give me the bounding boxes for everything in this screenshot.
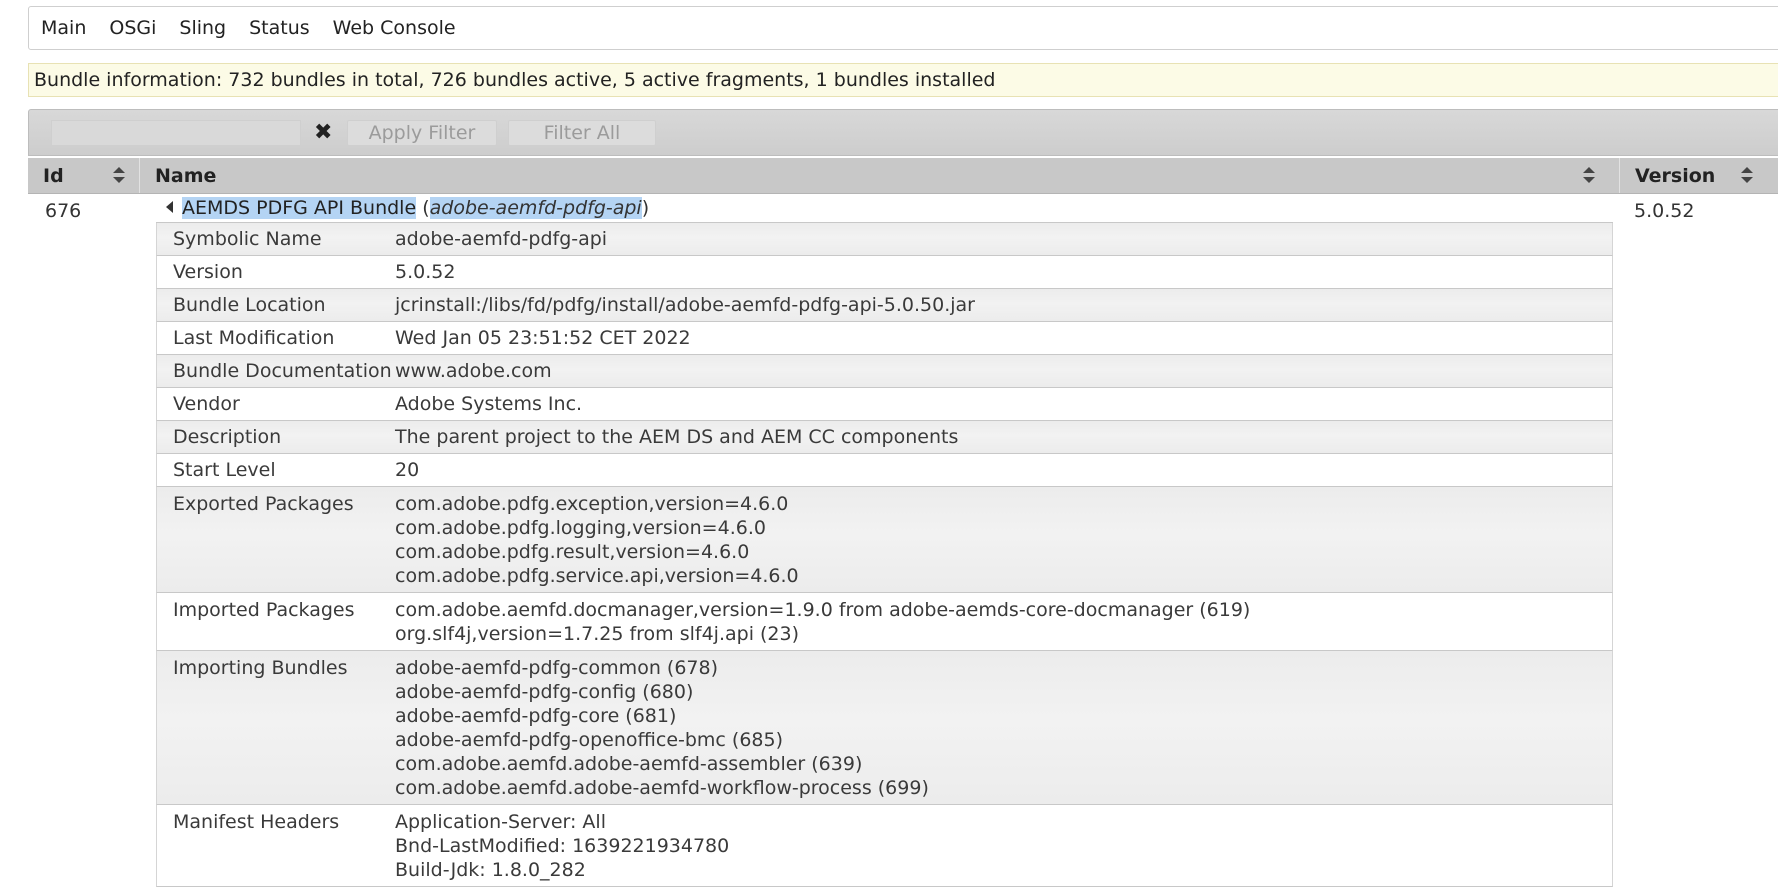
column-header-id[interactable]: Id [28,158,140,193]
detail-value: Wed Jan 05 23:51:52 CET 2022 [395,322,691,354]
detail-value: com.adobe.pdfg.exception,version=4.6.0 co… [395,492,799,588]
sort-icon[interactable] [112,165,126,185]
detail-value: The parent project to the AEM DS and AEM… [395,421,958,453]
menu-item-osgi[interactable]: OSGi [109,17,156,39]
detail-row: Last Modification Wed Jan 05 23:51:52 CET… [156,322,1613,355]
bundle-info-status: Bundle information: 732 bundles in total… [28,63,1778,97]
detail-value-line: 20 [395,459,420,481]
detail-row: Manifest Headers Application-Server: All B… [156,805,1613,887]
detail-value-line: Build-Jdk: 1.8.0_282 [395,859,586,881]
detail-key: Vendor [173,393,240,415]
detail-key: Importing Bundles [173,657,348,679]
detail-value: 20 [395,454,419,486]
sort-icon[interactable] [1582,165,1596,185]
detail-value-line: The parent project to the AEM DS and AEM… [395,426,959,448]
detail-value-line: adobe-aemfd-pdfg-core (681) [395,705,677,727]
detail-row: Exported Packages com.adobe.pdfg.exceptio… [156,487,1613,593]
bundle-name-row[interactable]: AEMDS PDFG API Bundle (adobe-aemfd-pdfg-… [166,197,649,219]
detail-value-line: org.slf4j,version=1.7.25 from slf4j.api … [395,623,800,645]
detail-value: jcrinstall:/libs/fd/pdfg/install/adobe-a… [395,289,975,321]
detail-row: Start Level 20 [156,454,1613,487]
detail-key: Symbolic Name [173,228,322,250]
bundle-name[interactable]: AEMDS PDFG API Bundle [182,197,417,219]
detail-value-line: com.adobe.aemfd.docmanager,version=1.9.0… [395,599,1251,621]
detail-value-line: com.adobe.pdfg.service.api,version=4.6.0 [395,565,799,587]
detail-value-line: com.adobe.pdfg.logging,version=4.6.0 [395,517,766,539]
detail-value-line: adobe-aemfd-pdfg-common (678) [395,657,718,679]
detail-value-line: Bnd-LastModified: 1639221934780 [395,835,730,857]
detail-row: Bundle Documentation www.adobe.com [156,355,1613,388]
collapse-triangle-icon[interactable] [166,201,173,213]
detail-value-line: 5.0.52 [395,261,456,283]
detail-value: adobe-aemfd-pdfg-api [395,223,607,255]
filter-input[interactable] [51,120,301,146]
bundle-symbolic-name: adobe-aemfd-pdfg-api [429,197,642,219]
menu-item-web-console[interactable]: Web Console [333,17,456,39]
apply-filter-button[interactable]: Apply Filter [347,120,497,146]
menu-item-status[interactable]: Status [249,17,310,39]
table-header: Id Name Version [28,158,1778,194]
detail-value: Adobe Systems Inc. [395,388,582,420]
detail-row: Importing Bundles adobe-aemfd-pdfg-common… [156,651,1613,805]
menu-item-main[interactable]: Main [41,17,86,39]
detail-key: Exported Packages [173,493,354,515]
detail-value-line: Adobe Systems Inc. [395,393,583,415]
detail-key: Version [173,261,243,283]
detail-key: Bundle Location [173,294,326,316]
detail-row: Description The parent project to the AEM… [156,421,1613,454]
detail-value-line: com.adobe.pdfg.exception,version=4.6.0 [395,493,789,515]
column-header-name[interactable]: Name [140,158,1620,193]
column-header-name-label: Name [155,164,217,187]
detail-value-line: Wed Jan 05 23:51:52 CET 2022 [395,327,691,349]
detail-value-line: Application-Server: All [395,811,606,833]
detail-value-line: com.adobe.aemfd.adobe-aemfd-workflow-pro… [395,777,929,799]
detail-value-line: adobe-aemfd-pdfg-openoffice-bmc (685) [395,729,784,751]
column-header-id-label: Id [43,164,64,187]
detail-key: Bundle Documentation [173,360,392,382]
top-menu-bar: Main OSGi Sling Status Web Console [28,6,1778,50]
bundle-id: 676 [45,200,82,222]
detail-row: Version 5.0.52 [156,256,1613,289]
menu-item-sling[interactable]: Sling [179,17,226,39]
bundle-version: 5.0.52 [1634,200,1695,222]
detail-value-line: adobe-aemfd-pdfg-config (680) [395,681,694,703]
detail-row: Imported Packages com.adobe.aemfd.docmana… [156,593,1613,651]
detail-value-line: com.adobe.pdfg.result,version=4.6.0 [395,541,750,563]
column-header-version-label: Version [1635,164,1716,187]
detail-value-line: www.adobe.com [395,360,552,382]
detail-key: Description [173,426,282,448]
detail-key: Last Modification [173,327,335,349]
detail-value: Application-Server: All Bnd-LastModified:… [395,810,729,882]
sort-icon[interactable] [1740,165,1754,185]
detail-value-line: com.adobe.aemfd.adobe-aemfd-assembler (6… [395,753,863,775]
detail-row: Vendor Adobe Systems Inc. [156,388,1613,421]
detail-value-line: adobe-aemfd-pdfg-api [395,228,608,250]
detail-key: Start Level [173,459,276,481]
detail-value: adobe-aemfd-pdfg-common (678) adobe-aemfd… [395,656,929,800]
bundle-symbolic-wrapper: (adobe-aemfd-pdfg-api) [422,197,650,219]
detail-key: Manifest Headers [173,811,340,833]
column-header-version[interactable]: Version [1620,158,1778,193]
detail-key: Imported Packages [173,599,355,621]
detail-value: com.adobe.aemfd.docmanager,version=1.9.0… [395,598,1250,646]
filter-toolbar: ✖ Apply Filter Filter All [28,109,1778,156]
clear-filter-icon[interactable]: ✖ [314,119,332,147]
detail-value-line: jcrinstall:/libs/fd/pdfg/install/adobe-a… [395,294,975,316]
detail-row: Symbolic Name adobe-aemfd-pdfg-api [156,223,1613,256]
detail-value: 5.0.52 [395,256,455,288]
detail-row: Bundle Location jcrinstall:/libs/fd/pdfg/… [156,289,1613,322]
filter-all-button[interactable]: Filter All [508,120,656,146]
detail-value: www.adobe.com [395,355,552,387]
bundle-details-table: Symbolic Name adobe-aemfd-pdfg-api Version… [156,222,1613,887]
